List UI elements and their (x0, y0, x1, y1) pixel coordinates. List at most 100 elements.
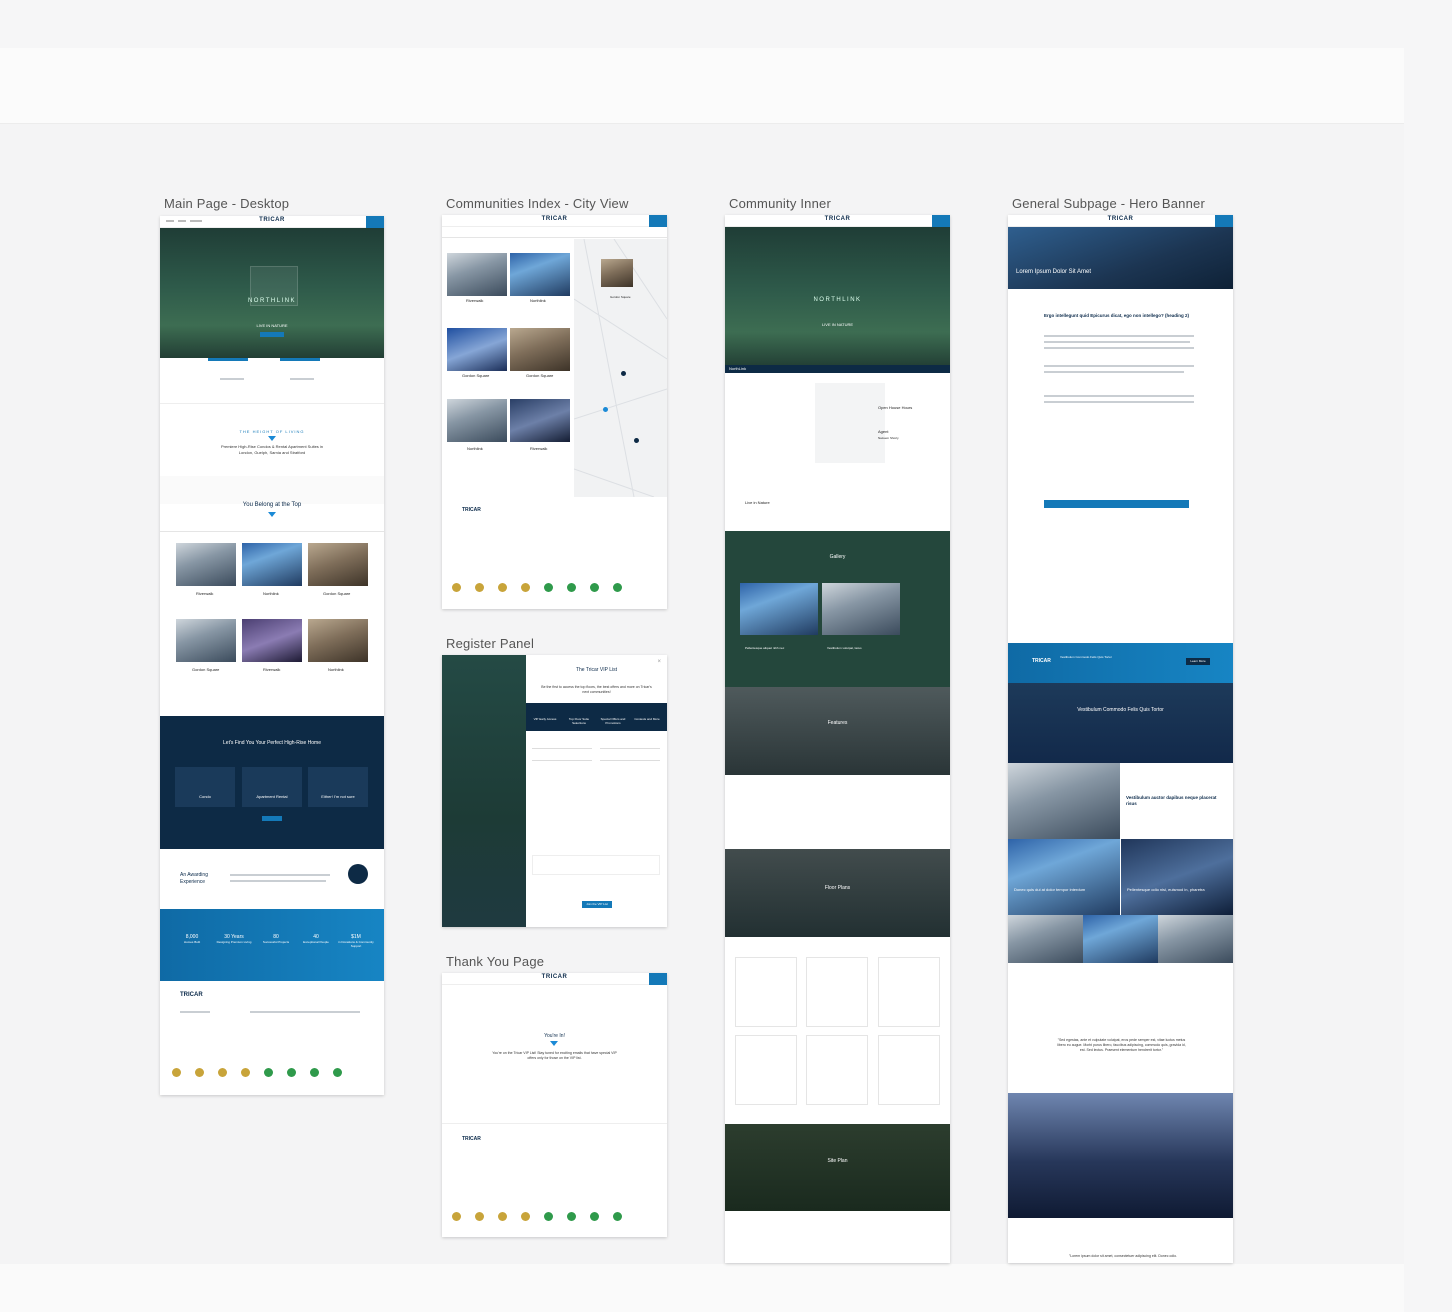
finder-option[interactable]: Either! I'm not sure (308, 767, 368, 807)
gallery-image[interactable] (822, 583, 900, 635)
feature-heading: Vestibulum auctor dapibus neque placerat… (1126, 795, 1217, 806)
artboard-general-subpage[interactable]: TRICAR Lorem Ipsum Dolor Sit Amet Ergo i… (1008, 215, 1233, 1263)
card-title[interactable]: Gordon Square (462, 373, 489, 378)
card-image[interactable] (242, 619, 302, 662)
community-subnav[interactable]: NorthLink (725, 365, 950, 373)
board-title-main[interactable]: Main Page - Desktop (164, 196, 289, 211)
comments-field[interactable] (532, 855, 660, 875)
content-heading: Ergo intellegunt quid Epicurus dicat, eg… (1044, 313, 1190, 318)
card-image[interactable] (510, 253, 570, 296)
footer-logo[interactable]: TRICAR (180, 992, 203, 998)
close-icon[interactable]: × (657, 659, 661, 665)
hero-wordmark: NORTHLINK (247, 298, 297, 304)
card-title[interactable]: Gordon Square (526, 373, 553, 378)
finder-next-button[interactable] (262, 816, 282, 821)
filter-bar[interactable] (442, 232, 667, 238)
finder-section: Let's Find You Your Perfect High-Rise Ho… (160, 716, 384, 849)
card-image[interactable] (308, 619, 368, 662)
card-title[interactable]: Riverwalk (530, 446, 547, 451)
hero-cta[interactable] (260, 332, 284, 337)
cta-button[interactable]: Learn More (1186, 658, 1210, 665)
card-image[interactable] (510, 328, 570, 371)
card-image[interactable] (176, 543, 236, 586)
community-strip[interactable] (160, 358, 384, 404)
card-title[interactable]: Riverwalk (466, 298, 483, 303)
card-title[interactable]: Northlink (263, 591, 279, 596)
card-image[interactable] (308, 543, 368, 586)
tile-image[interactable]: Pellentesque odio nisi, euismod in, phar… (1121, 839, 1233, 915)
floorplans-section: Floor Plans (725, 849, 950, 937)
modal-sub: Be the first to access the top floors, t… (541, 685, 652, 694)
card-image[interactable] (447, 253, 507, 296)
map-card-image[interactable] (601, 259, 633, 287)
board-title-register[interactable]: Register Panel (446, 636, 534, 651)
board-title-thankyou[interactable]: Thank You Page (446, 954, 544, 969)
logo[interactable]: TRICAR (259, 217, 285, 223)
hero-title: Lorem Ipsum Dolor Sit Amet (1016, 269, 1092, 275)
features-section: Features (725, 687, 950, 775)
floorplan-grid[interactable] (735, 957, 940, 1107)
award-badges (452, 579, 662, 597)
tile-image[interactable]: Donec quis dui at dolor tempor interdum (1008, 839, 1120, 915)
site-nav: TRICAR (442, 215, 667, 227)
phone-field[interactable] (600, 755, 660, 761)
footer-logo[interactable]: TRICAR (462, 507, 481, 513)
card-title[interactable]: Northlink (530, 298, 546, 303)
filter-bar[interactable] (160, 526, 384, 532)
finder-heading: Let's Find You Your Perfect High-Rise Ho… (223, 740, 321, 746)
board-title-inner[interactable]: Community Inner (729, 196, 831, 211)
card-title[interactable]: Gordon Square (192, 667, 219, 672)
artboard-community-inner[interactable]: TRICAR NORTHLINK LIVE IN NATURE NorthLin… (725, 215, 950, 1263)
last-name-field[interactable] (600, 743, 660, 749)
card-image[interactable] (447, 328, 507, 371)
card-title[interactable]: Northlink (467, 446, 483, 451)
hero-tagline: LIVE IN NATURE (256, 323, 288, 328)
finder-option[interactable]: Condo (175, 767, 235, 807)
gallery-image[interactable] (740, 583, 818, 635)
footer: TRICAR (442, 1123, 667, 1237)
map-pin-icon[interactable] (634, 438, 639, 443)
finder-option[interactable]: Apartment Rental (242, 767, 302, 807)
board-title-index[interactable]: Communities Index - City View (446, 196, 629, 211)
artboard-communities-index[interactable]: TRICAR Riverwalk Northlink Gordon Square… (442, 215, 667, 609)
city-map[interactable]: Gordon Square (574, 239, 667, 497)
map-pin-icon[interactable] (603, 407, 608, 412)
card-image[interactable] (510, 399, 570, 442)
site-nav: TRICAR (725, 215, 950, 227)
card-image[interactable] (176, 619, 236, 662)
tile-image[interactable] (1158, 915, 1233, 963)
gallery-section: Gallery Pellentesque aliquet nibh nec Ve… (725, 531, 950, 687)
artboard-main-page[interactable]: TRICAR NORTHLINK LIVE IN NATURE THE HEIG… (160, 216, 384, 1095)
height-heading: THE HEIGHT OF LIVING (239, 429, 305, 434)
award-badges (172, 1064, 382, 1082)
map-card-title[interactable]: Gordon Square (610, 295, 631, 299)
live-heading: Live in Nature (745, 500, 770, 505)
card-title[interactable]: Gordon Square (323, 591, 350, 596)
card-image[interactable] (242, 543, 302, 586)
agent-heading: Agent (878, 429, 889, 434)
site-nav: TRICAR (1008, 215, 1233, 227)
card-image[interactable] (447, 399, 507, 442)
app-toolbar (0, 48, 1404, 124)
artboard-register-panel[interactable]: × The Tricar VIP List Be the first to ac… (442, 655, 667, 927)
map-pin-icon[interactable] (621, 371, 626, 376)
stats-section: 8,000 Homes Built 30 Years Designing Premi… (160, 909, 384, 981)
height-sub: Premiere High-Rise Condos & Rental Apart… (220, 444, 324, 455)
card-title[interactable]: Riverwalk (263, 667, 280, 672)
artboard-thank-you[interactable]: TRICAR You're In! You're on the Tricar V… (442, 973, 667, 1237)
tile-image[interactable] (1008, 915, 1083, 963)
location-map[interactable] (815, 383, 885, 463)
submit-button[interactable]: Join the VIP List (582, 901, 612, 908)
register-button[interactable] (366, 216, 384, 228)
board-title-subpage[interactable]: General Subpage - Hero Banner (1012, 196, 1205, 211)
card-title[interactable]: Northlink (328, 667, 344, 672)
feature-image (1008, 763, 1120, 839)
tile-image[interactable] (1083, 915, 1158, 963)
card-title[interactable]: Riverwalk (196, 591, 213, 596)
site-nav: TRICAR (442, 973, 667, 985)
belong-heading: You Belong at the Top (242, 502, 302, 508)
first-name-field[interactable] (532, 743, 592, 749)
register-modal: × The Tricar VIP List Be the first to ac… (526, 655, 667, 927)
hero-banner: NORTHLINK LIVE IN NATURE (160, 228, 384, 358)
email-field[interactable] (532, 755, 592, 761)
